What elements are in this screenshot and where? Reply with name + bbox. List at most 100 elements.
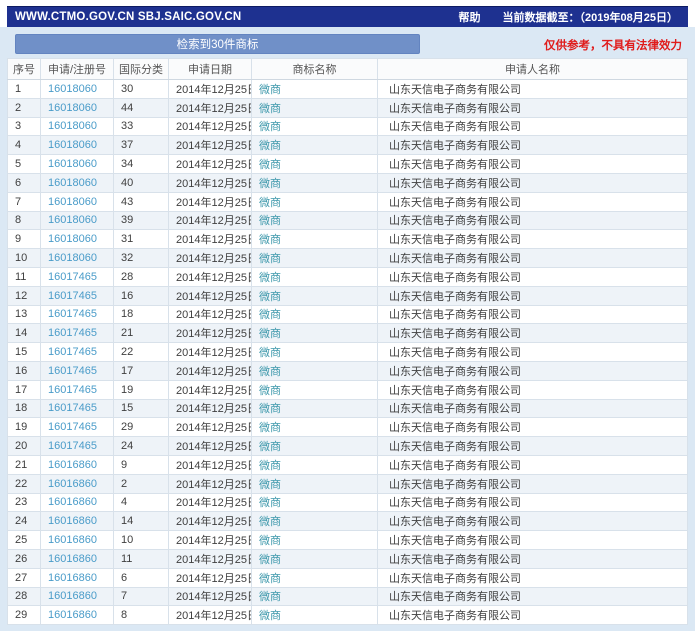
- trademark-link[interactable]: 微商: [259, 422, 281, 434]
- cell-reg-number: 16018060: [41, 155, 114, 174]
- help-link[interactable]: 帮助: [459, 9, 481, 25]
- reg-number-link[interactable]: 16017465: [48, 365, 97, 377]
- cell-reg-number: 16018060: [41, 117, 114, 136]
- reg-number-link[interactable]: 16016860: [48, 496, 97, 508]
- trademark-link[interactable]: 微商: [259, 234, 281, 246]
- trademark-link[interactable]: 微商: [259, 84, 281, 96]
- table-row: 4 16018060 37 2014年12月25日 微商 山东天信电子商务有限公…: [8, 136, 688, 155]
- reg-number-link[interactable]: 16016860: [48, 609, 97, 621]
- reg-number-link[interactable]: 16018060: [48, 214, 97, 226]
- cell-serial: 6: [8, 173, 41, 192]
- reg-number-link[interactable]: 16018060: [48, 252, 97, 264]
- trademark-link[interactable]: 微商: [259, 347, 281, 359]
- cell-applicant: 山东天信电子商务有限公司: [378, 98, 688, 117]
- cell-applicant: 山东天信电子商务有限公司: [378, 512, 688, 531]
- trademark-link[interactable]: 微商: [259, 610, 281, 622]
- trademark-link[interactable]: 微商: [259, 479, 281, 491]
- trademark-link[interactable]: 微商: [259, 121, 281, 133]
- reg-number-link[interactable]: 16016860: [48, 590, 97, 602]
- trademark-link[interactable]: 微商: [259, 159, 281, 171]
- cell-apply-date: 2014年12月25日: [169, 380, 252, 399]
- cell-reg-number: 16017465: [41, 267, 114, 286]
- cell-trademark: 微商: [252, 249, 378, 268]
- cell-reg-number: 16018060: [41, 136, 114, 155]
- reg-number-link[interactable]: 16017465: [48, 402, 97, 414]
- table-row: 11 16017465 28 2014年12月25日 微商 山东天信电子商务有限…: [8, 267, 688, 286]
- trademark-link[interactable]: 微商: [259, 573, 281, 585]
- reg-number-link[interactable]: 16018060: [48, 83, 97, 95]
- cell-intl-class: 31: [114, 230, 169, 249]
- trademark-link[interactable]: 微商: [259, 385, 281, 397]
- reg-number-link[interactable]: 16017465: [48, 290, 97, 302]
- table-row: 24 16016860 14 2014年12月25日 微商 山东天信电子商务有限…: [8, 512, 688, 531]
- reg-number-link[interactable]: 16018060: [48, 120, 97, 132]
- table-row: 17 16017465 19 2014年12月25日 微商 山东天信电子商务有限…: [8, 380, 688, 399]
- cell-reg-number: 16016860: [41, 549, 114, 568]
- trademark-link[interactable]: 微商: [259, 309, 281, 321]
- reg-number-link[interactable]: 16017465: [48, 271, 97, 283]
- trademark-link[interactable]: 微商: [259, 291, 281, 303]
- cell-reg-number: 16016860: [41, 512, 114, 531]
- reg-number-link[interactable]: 16017465: [48, 440, 97, 452]
- cell-trademark: 微商: [252, 324, 378, 343]
- trademark-link[interactable]: 微商: [259, 215, 281, 227]
- cell-trademark: 微商: [252, 305, 378, 324]
- reg-number-link[interactable]: 16016860: [48, 459, 97, 471]
- trademark-link[interactable]: 微商: [259, 328, 281, 340]
- cell-reg-number: 16016860: [41, 493, 114, 512]
- reg-number-link[interactable]: 16017465: [48, 308, 97, 320]
- trademark-link[interactable]: 微商: [259, 272, 281, 284]
- cell-applicant: 山东天信电子商务有限公司: [378, 136, 688, 155]
- reg-number-link[interactable]: 16016860: [48, 534, 97, 546]
- trademark-link[interactable]: 微商: [259, 516, 281, 528]
- table-row: 16 16017465 17 2014年12月25日 微商 山东天信电子商务有限…: [8, 361, 688, 380]
- reg-number-link[interactable]: 16016860: [48, 572, 97, 584]
- trademark-link[interactable]: 微商: [259, 554, 281, 566]
- reg-number-link[interactable]: 16017465: [48, 346, 97, 358]
- reg-number-link[interactable]: 16018060: [48, 158, 97, 170]
- cell-apply-date: 2014年12月25日: [169, 80, 252, 99]
- trademark-link[interactable]: 微商: [259, 441, 281, 453]
- trademark-link[interactable]: 微商: [259, 253, 281, 265]
- results-toolbar: 检索到30件商标 仅供参考，不具有法律效力: [0, 33, 695, 55]
- trademark-link[interactable]: 微商: [259, 197, 281, 209]
- cell-trademark: 微商: [252, 474, 378, 493]
- column-header-reg-number: 申请/注册号: [41, 59, 114, 80]
- reg-number-link[interactable]: 16018060: [48, 233, 97, 245]
- cell-serial: 29: [8, 606, 41, 625]
- trademark-link[interactable]: 微商: [259, 497, 281, 509]
- trademark-link[interactable]: 微商: [259, 178, 281, 190]
- trademark-link[interactable]: 微商: [259, 403, 281, 415]
- trademark-link[interactable]: 微商: [259, 103, 281, 115]
- cell-intl-class: 6: [114, 568, 169, 587]
- trademark-link[interactable]: 微商: [259, 366, 281, 378]
- reg-number-link[interactable]: 16017465: [48, 384, 97, 396]
- trademark-link[interactable]: 微商: [259, 535, 281, 547]
- cell-serial: 26: [8, 549, 41, 568]
- cell-apply-date: 2014年12月25日: [169, 568, 252, 587]
- trademark-link[interactable]: 微商: [259, 460, 281, 472]
- reg-number-link[interactable]: 16018060: [48, 139, 97, 151]
- reg-number-link[interactable]: 16016860: [48, 553, 97, 565]
- trademark-link[interactable]: 微商: [259, 140, 281, 152]
- trademark-link[interactable]: 微商: [259, 591, 281, 603]
- reg-number-link[interactable]: 16018060: [48, 177, 97, 189]
- cell-trademark: 微商: [252, 343, 378, 362]
- cell-reg-number: 16017465: [41, 437, 114, 456]
- cell-reg-number: 16017465: [41, 305, 114, 324]
- cell-apply-date: 2014年12月25日: [169, 98, 252, 117]
- reg-number-link[interactable]: 16016860: [48, 478, 97, 490]
- cell-applicant: 山东天信电子商务有限公司: [378, 230, 688, 249]
- reg-number-link[interactable]: 16018060: [48, 196, 97, 208]
- column-header-apply-date: 申请日期: [169, 59, 252, 80]
- cell-intl-class: 16: [114, 286, 169, 305]
- reg-number-link[interactable]: 16018060: [48, 102, 97, 114]
- cell-serial: 3: [8, 117, 41, 136]
- cell-applicant: 山东天信电子商务有限公司: [378, 455, 688, 474]
- reg-number-link[interactable]: 16017465: [48, 421, 97, 433]
- reg-number-link[interactable]: 16017465: [48, 327, 97, 339]
- cell-apply-date: 2014年12月25日: [169, 549, 252, 568]
- cell-trademark: 微商: [252, 117, 378, 136]
- reg-number-link[interactable]: 16016860: [48, 515, 97, 527]
- cell-applicant: 山东天信电子商务有限公司: [378, 286, 688, 305]
